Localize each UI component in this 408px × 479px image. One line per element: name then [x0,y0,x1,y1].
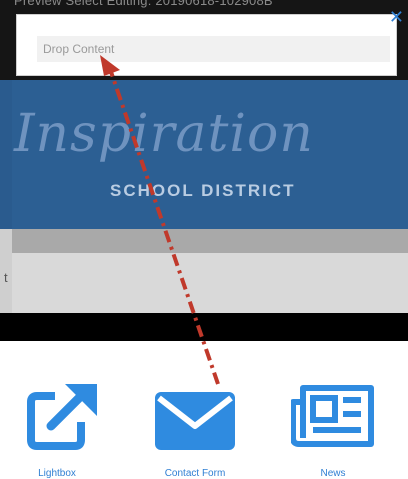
close-icon[interactable]: ✕ [389,8,404,26]
section-divider-bar [0,313,408,341]
newspaper-icon [291,385,374,447]
logo-subtitle: SCHOOL DISTRICT [110,181,296,200]
editor-canvas: Preview Select Editing: 20190618-102908B… [0,0,408,479]
external-link-icon [27,384,97,450]
logo-script-text: Inspiration [14,104,314,164]
widget-label-contact-form: Contact Form [164,468,226,479]
drop-content-zone[interactable]: Drop Content [37,36,390,62]
envelope-icon [155,392,235,450]
widget-label-lightbox: Lightbox [38,468,76,479]
drop-content-dialog: Drop Content [16,14,397,76]
widget-news[interactable]: News [278,380,388,479]
widget-label-news: News [320,468,346,479]
site-menu-bar [12,229,408,253]
widget-contact-form[interactable]: Contact Form [140,380,250,479]
widget-lightbox[interactable]: Lightbox [2,380,112,479]
menu-partial-text: t [4,270,8,285]
banner-left-edge [0,80,12,229]
editor-breadcrumb: Preview Select Editing: 20190618-102908B [14,0,273,8]
